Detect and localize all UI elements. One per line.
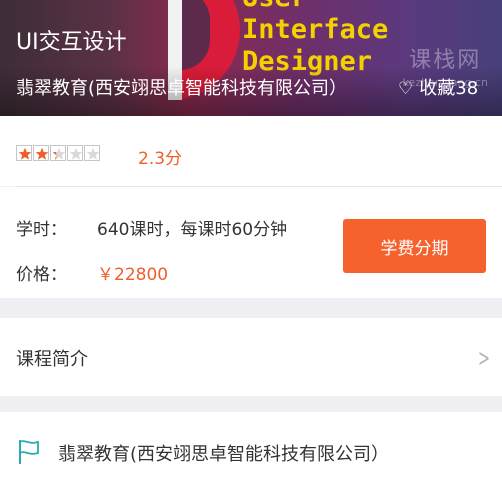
star-rating (16, 145, 100, 161)
hours-value: 640课时，每课时60分钟 (97, 220, 288, 240)
chevron-right-icon: > (478, 344, 491, 372)
favorite-count: 收藏38 (419, 78, 479, 99)
institution-row[interactable]: 翡翠教育(西安翊思卓智能科技有限公司） (0, 412, 502, 487)
institution-name: 翡翠教育(西安翊思卓智能科技有限公司） (58, 444, 390, 465)
course-intro-row[interactable]: 课程简介 > (0, 318, 502, 396)
heart-outline-icon: ♡ (398, 79, 414, 99)
hero-institution-name: 翡翠教育(西安翊思卓智能科技有限公司） (16, 78, 348, 99)
rating-section: 2.3分 (0, 116, 502, 186)
favorite-button[interactable]: ♡ 收藏38 (398, 74, 478, 100)
price-value: ￥22800 (97, 265, 169, 285)
course-title: UI交互设计 (16, 30, 127, 55)
flag-icon (18, 439, 40, 469)
star-empty-icon (84, 145, 100, 161)
star-half-icon (50, 145, 66, 161)
installment-button[interactable]: 学费分期 (343, 219, 486, 273)
course-hero-banner: User Interface Designer 课栈网 kezhanwang.c… (0, 0, 502, 116)
course-details: 学时： 640课时，每课时60分钟 价格： ￥22800 学费分期 (0, 187, 502, 298)
price-label: 价格： (16, 265, 67, 285)
star-filled-icon (16, 145, 32, 161)
course-intro-label: 课程简介 (16, 349, 88, 370)
hours-label: 学时： (16, 220, 67, 240)
rating-score: 2.3分 (138, 149, 183, 169)
star-filled-icon (33, 145, 49, 161)
star-empty-icon (67, 145, 83, 161)
